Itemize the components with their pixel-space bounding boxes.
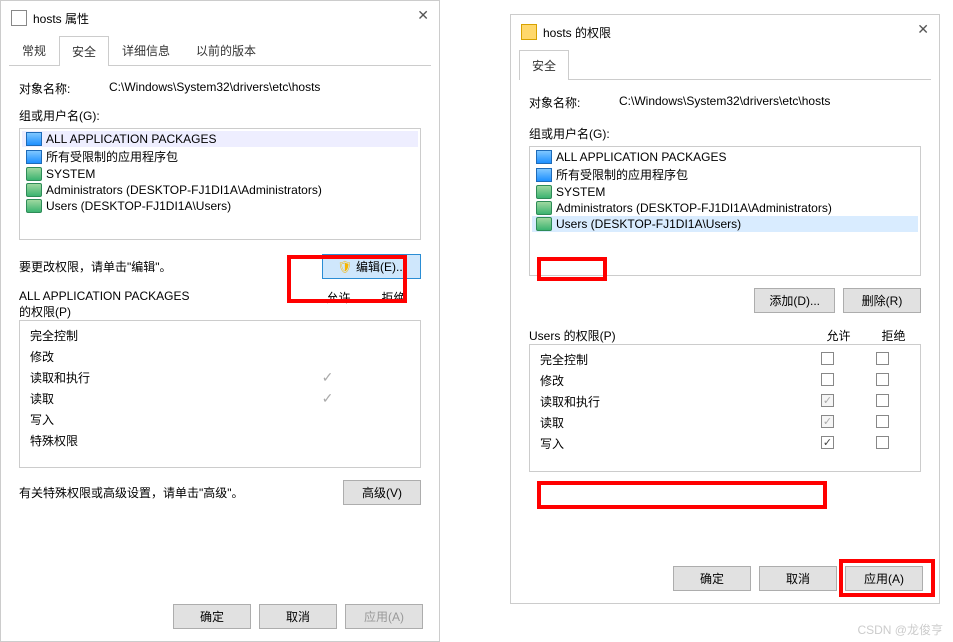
perm-title: Users 的权限(P) bbox=[529, 327, 811, 344]
list-item[interactable]: SYSTEM bbox=[532, 184, 918, 200]
advanced-hint: 有关特殊权限或高级设置，请单击"高级"。 bbox=[19, 484, 343, 501]
shield-icon: 🛡 bbox=[337, 260, 352, 274]
tab-strip: 安全 bbox=[519, 49, 931, 80]
window-title: hosts 的权限 bbox=[543, 24, 611, 41]
group-list[interactable]: ALL APPLICATION PACKAGES 所有受限制的应用程序包 SYS… bbox=[19, 128, 421, 240]
file-icon bbox=[11, 10, 27, 26]
allow-header: 允许 bbox=[311, 289, 366, 320]
list-item[interactable]: ALL APPLICATION PACKAGES bbox=[22, 131, 418, 147]
users-icon bbox=[536, 185, 552, 199]
properties-window: hosts 属性 ✕ 常规 安全 详细信息 以前的版本 对象名称: C:\Win… bbox=[0, 0, 440, 642]
ok-button[interactable]: 确定 bbox=[673, 566, 751, 591]
apply-button[interactable]: 应用(A) bbox=[345, 604, 423, 629]
titlebar[interactable]: hosts 属性 ✕ bbox=[1, 1, 439, 35]
close-icon[interactable]: ✕ bbox=[417, 7, 429, 24]
users-icon bbox=[26, 199, 42, 213]
check-icon: ✓ bbox=[300, 390, 355, 407]
package-icon bbox=[26, 150, 42, 164]
users-icon bbox=[26, 167, 42, 181]
object-path: C:\Windows\System32\drivers\etc\hosts bbox=[109, 80, 320, 97]
check-icon: ✓ bbox=[300, 369, 355, 386]
folder-icon bbox=[521, 24, 537, 40]
advanced-button[interactable]: 高级(V) bbox=[343, 480, 421, 505]
deny-checkbox[interactable] bbox=[876, 394, 889, 407]
list-item[interactable]: 所有受限制的应用程序包 bbox=[22, 147, 418, 166]
tab-security[interactable]: 安全 bbox=[59, 36, 109, 66]
remove-button[interactable]: 删除(R) bbox=[843, 288, 921, 313]
perm-title: ALL APPLICATION PACKAGES bbox=[19, 289, 311, 303]
group-label: 组或用户名(G): bbox=[19, 107, 421, 124]
permissions-window: hosts 的权限 ✕ 安全 对象名称: C:\Windows\System32… bbox=[510, 14, 940, 604]
content: 对象名称: C:\Windows\System32\drivers\etc\ho… bbox=[1, 66, 439, 519]
add-button[interactable]: 添加(D)... bbox=[754, 288, 835, 313]
permission-list: 完全控制 修改 读取和执行✓ 读取✓ 写入 特殊权限 bbox=[19, 320, 421, 468]
tab-previous[interactable]: 以前的版本 bbox=[183, 35, 269, 65]
object-path: C:\Windows\System32\drivers\etc\hosts bbox=[619, 94, 830, 111]
deny-header: 拒绝 bbox=[866, 327, 921, 344]
content: 对象名称: C:\Windows\System32\drivers\etc\ho… bbox=[511, 80, 939, 486]
allow-checkbox[interactable] bbox=[821, 436, 834, 449]
deny-checkbox[interactable] bbox=[876, 373, 889, 386]
package-icon bbox=[26, 132, 42, 146]
users-icon bbox=[536, 217, 552, 231]
ok-button[interactable]: 确定 bbox=[173, 604, 251, 629]
deny-checkbox[interactable] bbox=[876, 352, 889, 365]
dialog-buttons: 确定 取消 应用(A) bbox=[173, 604, 423, 629]
list-item[interactable]: Users (DESKTOP-FJ1DI1A\Users) bbox=[22, 198, 418, 214]
allow-checkbox[interactable] bbox=[821, 415, 834, 428]
users-icon bbox=[536, 201, 552, 215]
package-icon bbox=[536, 168, 552, 182]
window-title: hosts 属性 bbox=[33, 10, 89, 27]
deny-checkbox[interactable] bbox=[876, 415, 889, 428]
allow-checkbox[interactable] bbox=[821, 373, 834, 386]
allow-checkbox[interactable] bbox=[821, 394, 834, 407]
tab-details[interactable]: 详细信息 bbox=[109, 35, 183, 65]
group-label: 组或用户名(G): bbox=[529, 125, 921, 142]
allow-checkbox[interactable] bbox=[821, 352, 834, 365]
tab-strip: 常规 安全 详细信息 以前的版本 bbox=[9, 35, 431, 66]
dialog-buttons: 确定 取消 应用(A) bbox=[673, 566, 923, 591]
tab-security[interactable]: 安全 bbox=[519, 50, 569, 80]
list-item[interactable]: 所有受限制的应用程序包 bbox=[532, 165, 918, 184]
list-item[interactable]: ALL APPLICATION PACKAGES bbox=[532, 149, 918, 165]
deny-header: 拒绝 bbox=[366, 289, 421, 320]
permission-list: 完全控制 修改 读取和执行 读取 写入 bbox=[529, 344, 921, 472]
allow-header: 允许 bbox=[811, 327, 866, 344]
list-item[interactable]: Administrators (DESKTOP-FJ1DI1A\Administ… bbox=[22, 182, 418, 198]
edit-hint: 要更改权限，请单击"编辑"。 bbox=[19, 258, 322, 275]
cancel-button[interactable]: 取消 bbox=[259, 604, 337, 629]
list-item-users[interactable]: Users (DESKTOP-FJ1DI1A\Users) bbox=[532, 216, 918, 232]
list-item[interactable]: Administrators (DESKTOP-FJ1DI1A\Administ… bbox=[532, 200, 918, 216]
tab-general[interactable]: 常规 bbox=[9, 35, 59, 65]
object-label: 对象名称: bbox=[19, 80, 109, 97]
package-icon bbox=[536, 150, 552, 164]
users-icon bbox=[26, 183, 42, 197]
perm-of: 的权限(P) bbox=[19, 303, 311, 320]
object-label: 对象名称: bbox=[529, 94, 619, 111]
close-icon[interactable]: ✕ bbox=[917, 21, 929, 38]
group-list[interactable]: ALL APPLICATION PACKAGES 所有受限制的应用程序包 SYS… bbox=[529, 146, 921, 276]
cancel-button[interactable]: 取消 bbox=[759, 566, 837, 591]
list-item[interactable]: SYSTEM bbox=[22, 166, 418, 182]
deny-checkbox[interactable] bbox=[876, 436, 889, 449]
edit-button[interactable]: 🛡 编辑(E)... bbox=[322, 254, 421, 279]
titlebar[interactable]: hosts 的权限 ✕ bbox=[511, 15, 939, 49]
watermark: CSDN @龙俊亨 bbox=[857, 621, 943, 638]
apply-button[interactable]: 应用(A) bbox=[845, 566, 923, 591]
